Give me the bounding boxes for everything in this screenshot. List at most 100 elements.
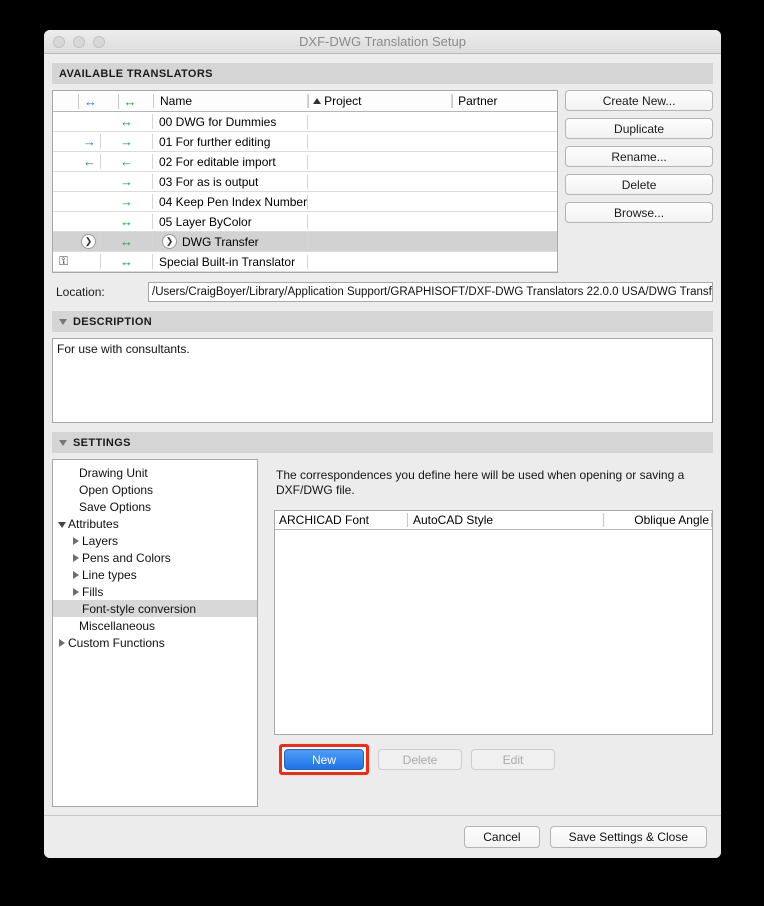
- translators-table-header: ↔ ↔ Name Project Partner: [53, 91, 558, 112]
- table-row[interactable]: ← ← 02 For editable import: [53, 152, 558, 172]
- translator-action-buttons: Create New... Duplicate Rename... Delete…: [565, 90, 713, 273]
- tree-item-label: Drawing Unit: [79, 465, 148, 480]
- right-arrow-icon: →: [120, 174, 133, 189]
- chevron-right-icon[interactable]: [69, 568, 82, 582]
- settings-tree[interactable]: Drawing Unit Open Options Save Options A…: [52, 459, 258, 807]
- translators-table[interactable]: ↔ ↔ Name Project Partner ↔ 00 DWG for Du…: [52, 90, 559, 273]
- tree-item-pens-and-colors[interactable]: Pens and Colors: [53, 549, 257, 566]
- settings-header[interactable]: SETTINGS: [52, 432, 713, 453]
- save-settings-and-close-button[interactable]: Save Settings & Close: [549, 826, 707, 848]
- column-header-name[interactable]: Name: [153, 94, 309, 108]
- font-correspondence-table[interactable]: ARCHICAD Font AutoCAD Style Oblique Angl…: [274, 510, 713, 735]
- correspondences-help-text: The correspondences you define here will…: [276, 468, 685, 497]
- row-project-direction: ❯: [53, 234, 101, 249]
- chevron-right-icon[interactable]: [69, 534, 82, 548]
- sort-ascending-icon: [313, 98, 322, 104]
- row-name: Special Built-in Translator: [153, 254, 309, 269]
- bidirectional-arrow-icon: ↔: [120, 114, 133, 129]
- zoom-icon[interactable]: [93, 36, 105, 48]
- bidirectional-arrow-icon: ↔: [120, 254, 133, 269]
- row-name: 03 For as is output: [153, 174, 309, 189]
- row-lock-cell: ⚿: [53, 254, 101, 269]
- table-row-selected[interactable]: ❯ ↔ ❯ DWG Transfer: [53, 232, 558, 252]
- table-row[interactable]: → → 01 For further editing: [53, 132, 558, 152]
- tree-item-label: Layers: [82, 533, 119, 548]
- edit-correspondence-button: Edit: [471, 749, 555, 770]
- chevron-right-icon[interactable]: [69, 585, 82, 599]
- tree-item-attributes[interactable]: Attributes: [53, 515, 257, 532]
- description-textarea[interactable]: For use with consultants.: [52, 338, 713, 423]
- row-builtin-direction: →: [101, 194, 153, 209]
- tree-item-custom-functions[interactable]: Custom Functions: [53, 634, 257, 651]
- tree-item-layers[interactable]: Layers: [53, 532, 257, 549]
- settings-detail-panel: The correspondences you define here will…: [266, 459, 713, 807]
- tree-item-label: Pens and Colors: [82, 550, 171, 565]
- right-arrow-icon: →: [120, 134, 133, 149]
- table-row[interactable]: ⚿ ↔ Special Built-in Translator: [53, 252, 558, 272]
- column-header-project-direction[interactable]: ↔: [53, 93, 101, 109]
- table-row[interactable]: → 04 Keep Pen Index Number: [53, 192, 558, 212]
- chevron-down-icon: [59, 439, 67, 446]
- location-label: Location:: [56, 285, 105, 299]
- chevron-right-icon[interactable]: ❯: [81, 234, 96, 249]
- tree-item-label: Fills: [82, 584, 104, 599]
- tree-item-open-options[interactable]: Open Options: [53, 481, 257, 498]
- browse-button[interactable]: Browse...: [565, 202, 713, 223]
- column-header-oblique-angle[interactable]: Oblique Angle: [604, 513, 712, 527]
- chevron-right-icon[interactable]: [69, 551, 82, 565]
- table-row[interactable]: ↔ 00 DWG for Dummies: [53, 112, 558, 132]
- row-builtin-direction: ↔: [101, 234, 153, 249]
- row-builtin-direction: ↔: [101, 254, 153, 269]
- window-title: DXF-DWG Translation Setup: [299, 34, 466, 49]
- tree-item-label: Open Options: [79, 482, 154, 497]
- tree-item-label: Custom Functions: [68, 635, 165, 650]
- duplicate-button[interactable]: Duplicate: [565, 118, 713, 139]
- chevron-right-icon[interactable]: ❯: [162, 234, 177, 249]
- font-correspondence-buttons: New Delete Edit: [274, 744, 713, 775]
- column-header-project[interactable]: Project: [308, 94, 453, 108]
- column-header-archicad-font[interactable]: ARCHICAD Font: [275, 513, 408, 527]
- bidirectional-arrow-icon: ↔: [120, 214, 133, 229]
- settings-body: Drawing Unit Open Options Save Options A…: [52, 459, 713, 807]
- tree-item-font-style-conversion[interactable]: Font-style conversion: [53, 600, 257, 617]
- column-header-builtin-direction[interactable]: ↔: [101, 93, 153, 109]
- column-header-partner[interactable]: Partner: [452, 94, 557, 108]
- new-button-highlight: New: [279, 744, 369, 775]
- available-translators-label: AVAILABLE TRANSLATORS: [59, 67, 213, 80]
- cancel-button[interactable]: Cancel: [464, 826, 540, 848]
- tree-item-line-types[interactable]: Line types: [53, 566, 257, 583]
- new-button[interactable]: New: [284, 749, 364, 770]
- table-row[interactable]: ↔ 05 Layer ByColor: [53, 212, 558, 232]
- location-path-field[interactable]: /Users/CraigBoyer/Library/Application Su…: [148, 282, 713, 302]
- left-arrow-icon: ←: [83, 154, 96, 169]
- chevron-down-icon[interactable]: [55, 517, 68, 531]
- description-header[interactable]: DESCRIPTION: [52, 311, 713, 332]
- row-name: 04 Keep Pen Index Number: [153, 194, 309, 209]
- tree-item-fills[interactable]: Fills: [53, 583, 257, 600]
- right-arrow-icon: →: [83, 134, 96, 149]
- row-builtin-direction: →: [101, 134, 153, 149]
- chevron-down-icon: [59, 318, 67, 325]
- minimize-icon[interactable]: [73, 36, 85, 48]
- project-direction-icon: ↔: [78, 93, 97, 109]
- row-name: 05 Layer ByColor: [153, 214, 309, 229]
- tree-item-save-options[interactable]: Save Options: [53, 498, 257, 515]
- tree-item-label: Save Options: [79, 499, 152, 514]
- row-name-cell: ❯ DWG Transfer: [153, 234, 309, 249]
- chevron-right-icon[interactable]: [55, 636, 68, 650]
- create-new-button[interactable]: Create New...: [565, 90, 713, 111]
- rename-button[interactable]: Rename...: [565, 146, 713, 167]
- tree-item-drawing-unit[interactable]: Drawing Unit: [53, 464, 257, 481]
- delete-translator-button[interactable]: Delete: [565, 174, 713, 195]
- close-icon[interactable]: [53, 36, 65, 48]
- column-header-autocad-style[interactable]: AutoCAD Style: [408, 513, 604, 527]
- settings-label: SETTINGS: [73, 436, 131, 449]
- row-project-direction: ←: [53, 154, 101, 169]
- right-arrow-icon: →: [120, 194, 133, 209]
- row-project-direction: →: [53, 134, 101, 149]
- tree-item-label: Font-style conversion: [82, 601, 197, 616]
- tree-item-label: Line types: [82, 567, 137, 582]
- tree-item-miscellaneous[interactable]: Miscellaneous: [53, 617, 257, 634]
- delete-correspondence-button: Delete: [378, 749, 462, 770]
- table-row[interactable]: → 03 For as is output: [53, 172, 558, 192]
